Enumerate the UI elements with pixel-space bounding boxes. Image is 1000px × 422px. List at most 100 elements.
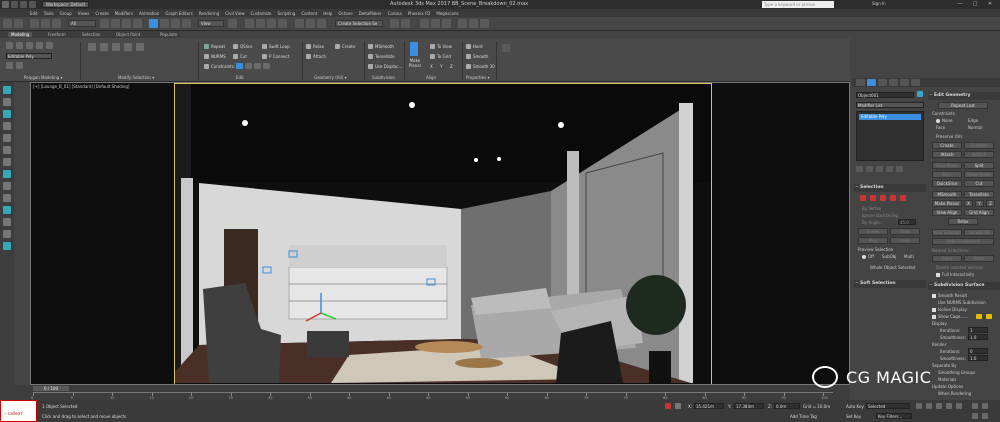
menu-item-tools[interactable]: Tools [44, 11, 54, 16]
unhide-all-button[interactable]: Unhide All [964, 229, 994, 236]
constraint-normal-icon[interactable] [263, 63, 270, 69]
polygon-icon[interactable] [36, 42, 43, 49]
go-to-end-icon[interactable] [956, 403, 962, 409]
constraint-normal-radio[interactable]: Normal [968, 125, 982, 130]
to-grid-button[interactable]: To Grid [430, 54, 451, 59]
ring-button[interactable]: Ring [858, 237, 888, 244]
mirror-icon[interactable] [306, 19, 315, 28]
paste-button[interactable]: Paste [964, 255, 994, 262]
copy-button[interactable]: Copy [932, 255, 962, 262]
nurms-button[interactable]: NURMS [204, 54, 226, 59]
percent-snap-icon[interactable] [267, 19, 276, 28]
tool-icon-8[interactable] [3, 170, 11, 178]
spinner-snap-icon[interactable] [278, 19, 287, 28]
tessellate-button[interactable]: Tessellate [964, 191, 994, 198]
align-z-button[interactable]: Z [450, 64, 453, 69]
angle-field[interactable]: 45.0 [898, 219, 916, 225]
edge-mode-icon[interactable] [870, 195, 876, 201]
tool-icon-4[interactable] [3, 122, 11, 130]
hard-button[interactable]: Hard [466, 44, 483, 49]
edge-icon[interactable] [16, 42, 23, 49]
pin-stack-icon[interactable] [856, 166, 863, 172]
named-selection-set-dropdown[interactable]: Create Selection Se [335, 20, 383, 27]
play-icon[interactable] [936, 403, 942, 409]
menu-item-civil-view[interactable]: Civil View [225, 11, 244, 16]
make-planar-button[interactable]: Make Planar [932, 200, 962, 207]
menu-item-views[interactable]: Views [78, 11, 90, 16]
isoline-display-checkbox[interactable]: Isoline Display [932, 307, 967, 312]
stack-item-editable-poly[interactable]: Editable Poly [859, 114, 921, 120]
link-icon[interactable] [30, 19, 39, 28]
constraint-edge-icon[interactable] [245, 63, 252, 69]
edit-geometry-rollout[interactable]: Edit Geometry [928, 92, 1000, 100]
slice-plane-button[interactable]: Slice Plane [932, 162, 962, 169]
search-input[interactable]: Type a keyword or phrase [762, 1, 834, 8]
render-iterations-field[interactable]: 0 [968, 348, 988, 354]
menu-item-help[interactable]: Help [323, 11, 332, 16]
tessellate-button[interactable]: Tessellate [368, 54, 395, 59]
shrink-button[interactable]: Shrink [858, 228, 888, 235]
subdivision-surface-rollout[interactable]: Subdivision Surface [928, 282, 1000, 290]
app-logo-icon[interactable] [2, 1, 9, 8]
maxscript-listener[interactable]: -- called f [0, 400, 37, 422]
perspective-viewport[interactable]: [+] [Lounge_B_01] [Standard] [Default Sh… [30, 82, 850, 385]
isolate-selection-icon[interactable] [665, 403, 671, 409]
element-mode-icon[interactable] [900, 195, 906, 201]
tab-populate[interactable]: Populate [160, 32, 177, 37]
create-button[interactable]: Create [335, 44, 355, 49]
scene-explorer-icon[interactable] [390, 19, 399, 28]
selection-rollout[interactable]: Selection [854, 184, 926, 192]
planar-y-button[interactable]: Y [975, 200, 984, 207]
maximize-viewport-icon[interactable] [982, 413, 988, 419]
reference-coord-dropdown[interactable]: View [198, 20, 224, 27]
group-properties[interactable]: Properties ▾ [466, 75, 490, 80]
msmooth-button[interactable]: MSmooth [932, 191, 962, 198]
tool-icon-11[interactable] [3, 206, 11, 214]
key-filters-button[interactable]: Key Filters... [876, 413, 912, 419]
tool-icon-3[interactable] [3, 110, 11, 118]
relax-button[interactable]: Relax [948, 218, 978, 225]
constraint-face-icon[interactable] [254, 63, 261, 69]
menu-item-customize[interactable]: Customize [251, 11, 272, 16]
x-coord-field[interactable]: 35.421m [694, 403, 724, 409]
align-x-button[interactable]: X [430, 64, 433, 69]
make-unique-icon[interactable] [876, 166, 883, 172]
align-icon[interactable] [317, 19, 326, 28]
select-by-name-icon[interactable] [111, 19, 120, 28]
open-file-icon[interactable] [20, 1, 27, 8]
show-cage-checkbox[interactable]: Show Cage...... [932, 314, 968, 319]
edit-named-selection-icon[interactable] [295, 19, 304, 28]
group-geometry[interactable]: Geometry (All) ▾ [314, 75, 347, 80]
menu-item-group[interactable]: Group [60, 11, 72, 16]
z-coord-field[interactable]: 0.0m [774, 403, 800, 409]
preserve-uvs-checkbox[interactable]: Preserve UVs [936, 134, 962, 139]
repeat-last-button[interactable]: Repeat Last [938, 102, 988, 109]
rotate-icon[interactable] [160, 19, 169, 28]
curve-editor-icon[interactable] [420, 19, 429, 28]
tab-modeling[interactable]: Modeling [8, 32, 33, 37]
menu-item-edit[interactable]: Edit [30, 11, 38, 16]
timeline[interactable]: 0 / 100 0 5 10 15 20 25 30 35 40 45 50 55 60 65 70 75 80… [0, 385, 850, 400]
pin-stack-icon[interactable] [16, 62, 23, 69]
planar-z-button[interactable]: Z [986, 200, 995, 207]
show-end-result-icon[interactable] [6, 62, 13, 69]
tool-icon-14[interactable] [3, 242, 11, 250]
ignore-backfacing-checkbox[interactable]: Ignore Backfacing [862, 213, 898, 218]
tool-icon-10[interactable] [3, 194, 11, 202]
smooth-button[interactable]: Smooth [466, 54, 488, 59]
cage-color-swatch[interactable] [976, 314, 982, 319]
object-color-swatch[interactable] [917, 91, 923, 97]
tab-object-paint[interactable]: Object Paint [116, 32, 140, 37]
constraint-edge-radio[interactable]: Edge [968, 118, 978, 123]
polygon-mode-icon[interactable] [890, 195, 896, 201]
p-connect-button[interactable]: P Connect [262, 54, 289, 59]
qslice-button[interactable]: QSlice [233, 44, 253, 49]
attach-button[interactable]: Attach [306, 54, 326, 59]
hide-unselected-button[interactable]: Hide Unselected [932, 238, 994, 245]
attach-button[interactable]: Attach [932, 151, 962, 158]
menu-item-graph-editors[interactable]: Graph Editors [165, 11, 192, 16]
loop-button[interactable]: Loop [890, 237, 920, 244]
angle-snap-icon[interactable] [256, 19, 265, 28]
menu-item-phoenix-fd[interactable]: Phoenix FD [408, 11, 431, 16]
tool-icon-2[interactable] [3, 98, 11, 106]
